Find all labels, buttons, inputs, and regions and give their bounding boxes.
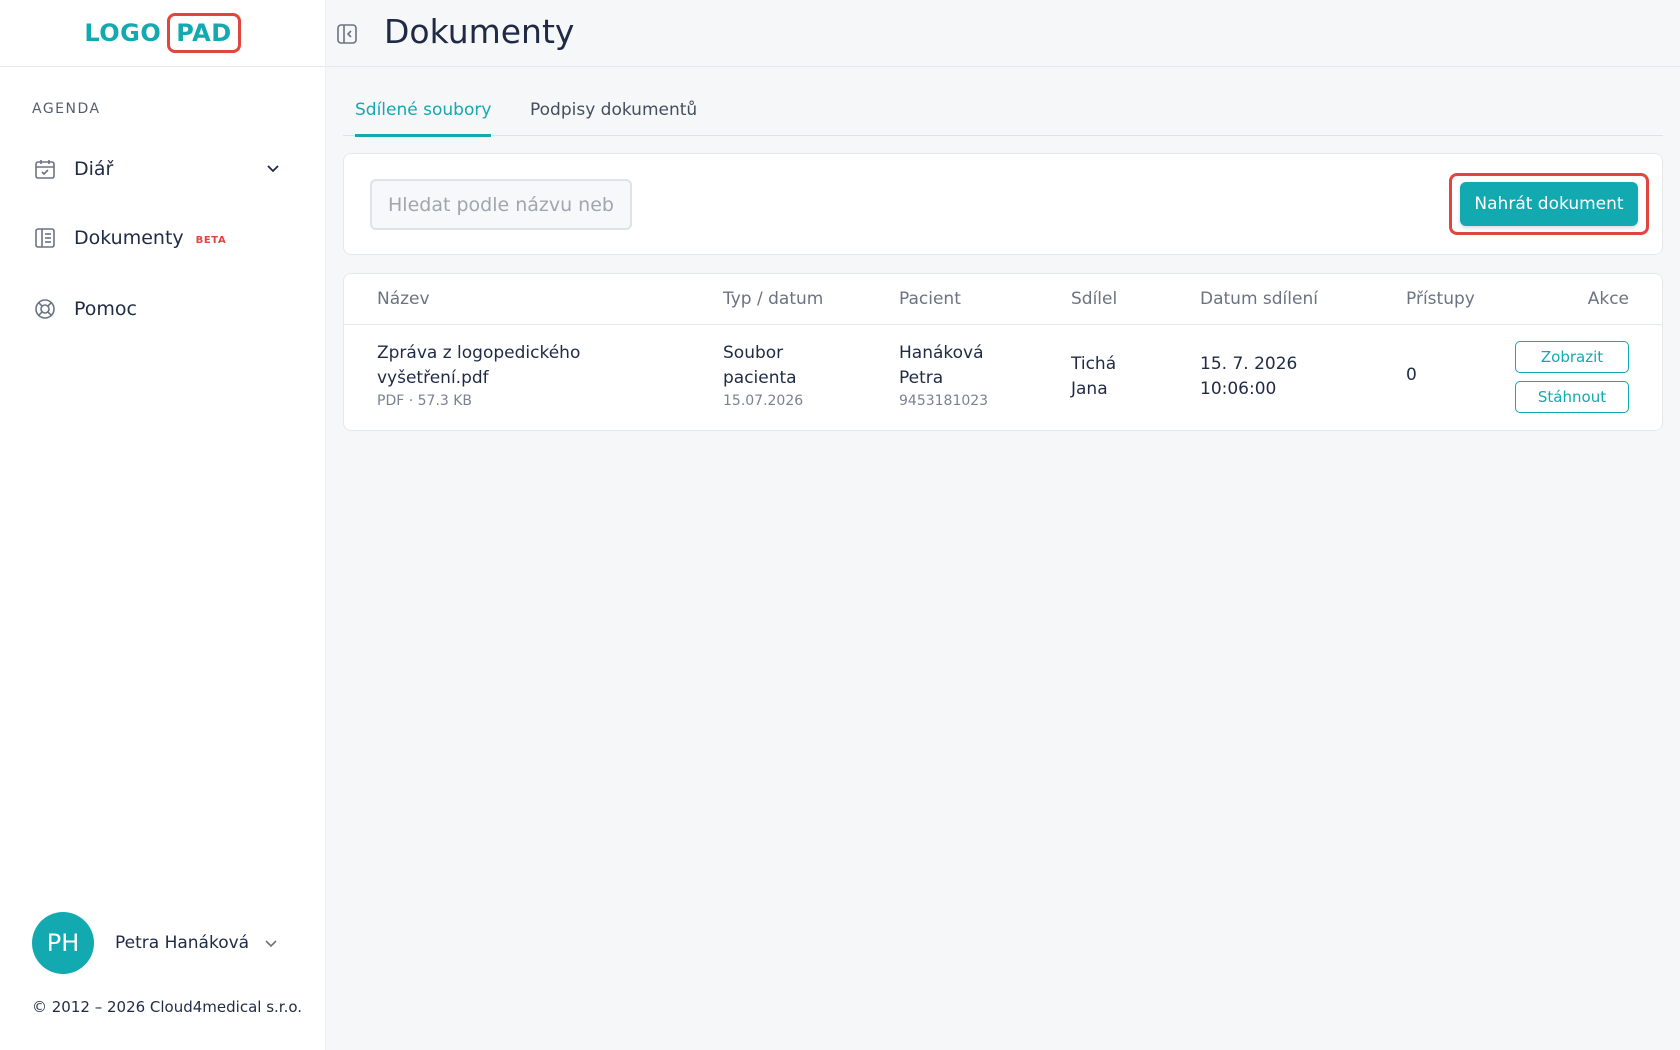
upload-button-highlight: Nahrát dokument [1449,173,1649,235]
column-header-nazev: Název [377,289,430,309]
tab-podpisy-dokumentu[interactable]: Podpisy dokumentů [530,100,697,134]
sidebar-item-dokumenty[interactable]: Dokumenty BETA [32,218,292,258]
patient-name: Petra [899,368,944,388]
tabs: Sdílené soubory Podpisy dokumentů [343,92,1663,137]
column-header-typ-datum: Typ / datum [723,289,824,309]
shared-date-cell: 15. 7. 2026 10:06:00 [1200,352,1297,402]
table-header: Název Typ / datum Pacient Sdílel Datum s… [344,274,1662,325]
shared-date: 15. 7. 2026 [1200,354,1298,374]
user-name: Petra Hanáková [115,933,250,953]
logo-text: LOGO [84,19,162,47]
avatar: PH [32,912,94,974]
shared-by-name: Jana [1071,379,1108,399]
beta-badge: BETA [195,234,227,246]
document-list-icon [32,225,58,251]
sidebar-item-pomoc[interactable]: Pomoc [32,289,292,329]
chevron-down-icon[interactable] [264,159,282,182]
sidebar-item-diar[interactable]: Diář [32,149,292,189]
calendar-check-icon [32,156,58,182]
upload-document-button[interactable]: Nahrát dokument [1460,182,1638,226]
shared-by-cell: Tichá Jana [1071,352,1116,402]
document-date: 15.07.2026 [723,393,804,409]
document-name: Zpráva z logopedického [377,343,581,363]
download-button[interactable]: Stáhnout [1515,381,1629,413]
page-header: Dokumenty [326,0,1680,67]
sidebar: LOGO PAD AGENDA Diář Dokumenty BETA Pomo… [0,0,326,1050]
column-header-pristupy: Přístupy [1406,289,1475,309]
tab-sdilene-soubory[interactable]: Sdílené soubory [355,100,492,137]
sidebar-item-label: Dokumenty [74,227,184,249]
page-title: Dokumenty [384,12,575,51]
view-button[interactable]: Zobrazit [1515,341,1629,373]
column-header-sdilel: Sdílel [1071,289,1118,309]
copyright: © 2012 – 2026 Cloud4medical s.r.o. [32,998,303,1016]
sidebar-item-label: Pomoc [74,298,137,320]
sidebar-item-label: Diář [74,158,114,180]
patient-cell: Hanáková Petra 9453181023 [899,341,988,411]
column-header-datum-sdileni: Datum sdílení [1200,289,1318,309]
documents-table: Název Typ / datum Pacient Sdílel Datum s… [343,273,1663,431]
document-name: vyšetření.pdf [377,368,489,388]
document-type: pacienta [723,368,797,388]
logo-bar: LOGO PAD [0,0,325,67]
sidebar-collapse-icon[interactable] [335,22,359,46]
patient-id: 9453181023 [899,393,989,409]
chevron-down-icon[interactable] [262,934,280,956]
logo-pad-text: PAD [167,13,241,53]
logo[interactable]: LOGO PAD [84,13,241,53]
column-header-akce: Akce [1587,289,1629,309]
type-date-cell: Soubor pacienta 15.07.2026 [723,341,803,411]
search-input[interactable] [370,179,632,230]
document-name-cell[interactable]: Zpráva z logopedického vyšetření.pdf PDF… [377,341,580,411]
document-meta: PDF · 57.3 KB [377,393,473,409]
user-menu[interactable]: PH Petra Hanáková [32,912,292,974]
document-type: Soubor [723,343,784,363]
shared-time: 10:06:00 [1200,379,1277,399]
accesses-cell: 0 [1406,365,1417,385]
shared-by-name: Tichá [1071,354,1117,374]
column-header-pacient: Pacient [899,289,961,309]
search-card: Nahrát dokument [343,153,1663,255]
section-label: AGENDA [32,101,101,117]
lifebuoy-icon [32,296,58,322]
patient-name: Hanáková [899,343,984,363]
